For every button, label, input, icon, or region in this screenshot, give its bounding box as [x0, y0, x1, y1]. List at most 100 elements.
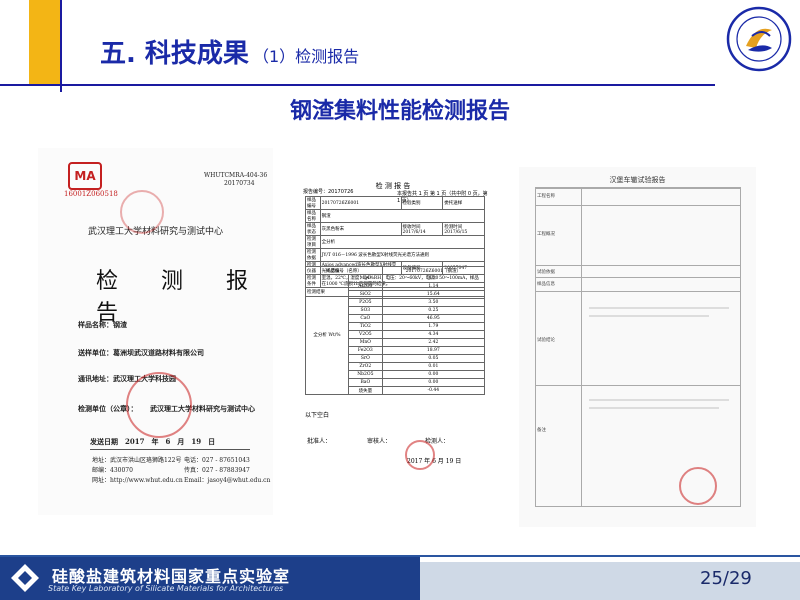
contact-email: Email：jasoy4@whut.edu.cn: [184, 477, 271, 484]
table-cell: 检测时间 2017/6/15: [442, 222, 485, 236]
contact-fax: 传真：027 - 87883947: [184, 467, 250, 474]
lab-name-en: State Key Laboratory of Silicate Materia…: [48, 584, 284, 593]
header-accent-block: [29, 0, 60, 84]
seal-stamp-top: [120, 190, 164, 234]
approver-label: 批准人：: [307, 438, 332, 445]
table-cell: 样品编号: [305, 196, 321, 210]
table-cell: 18.97: [381, 346, 486, 355]
table-header-row: 样品编号（名称） 20170726Z6001（钢渣）: [305, 266, 486, 275]
table-cell: 样品状态: [305, 222, 321, 236]
table-cell: 全分析: [319, 235, 486, 249]
slide-title: 五. 科技成果 （1）检测报告: [100, 33, 359, 70]
table-cell: BaO: [348, 378, 383, 387]
table-cell: 20170726Z6001: [319, 196, 402, 210]
table-cell: 15.64: [381, 290, 486, 299]
table-cell: 钢渣: [319, 209, 486, 223]
contact-address: 地址：武汉市洪山区珞狮路122号: [92, 457, 182, 464]
table-group-cell: 全分析 Wt/%: [305, 274, 349, 395]
table-cell: 0.00: [381, 378, 486, 387]
header-vertical-rule: [60, 0, 62, 92]
ma-certification-mark: MA: [68, 162, 102, 190]
report-ref-code: WHUTCMRA-404-36: [204, 172, 268, 179]
report-cover-image: MA 16001Z060518 WHUTCMRA-404-36 20170734…: [38, 148, 273, 515]
table-row: 样品名称 钢渣: [305, 209, 486, 223]
header-horizontal-rule: [0, 84, 715, 86]
table-cell: 烧失量: [348, 386, 383, 395]
table-cell: MgO: [348, 274, 383, 283]
rutting-seal-stamp: [679, 467, 717, 505]
table-cell: 检测依据: [305, 248, 321, 262]
table-cell: 3.50: [381, 298, 486, 307]
table-cell: TiO2: [348, 322, 383, 331]
slide-title-sub: （1）检测报告: [252, 47, 360, 66]
table-cell: 46.95: [381, 314, 486, 323]
table-cell: 0.25: [381, 306, 486, 315]
university-seal-icon: [726, 6, 792, 72]
reviewer-label: 审核人：: [367, 438, 392, 445]
test-report-image: 检 测 报 告 报告编号：20170726 本报告共 1 页 第 1 页（共中附…: [297, 178, 489, 470]
issue-date: 发送日期 2017 年 6 月 19 日: [90, 437, 216, 446]
report-ref-number: 20170734: [224, 180, 255, 187]
table-cell: 样品名称: [305, 209, 321, 223]
contact-website: 网址：http://www.whut.edu.cn: [92, 477, 183, 484]
table-cell: SrO: [348, 354, 383, 363]
table-cell: 1.79: [381, 322, 486, 331]
table-row: 全分析 Wt/% MgO 4.30: [305, 274, 486, 395]
text-line: [589, 399, 729, 401]
divider: [581, 187, 582, 507]
table-cell: MnO: [348, 338, 383, 347]
table-cell: SO3: [348, 306, 383, 315]
table-cell: Fe2O3: [348, 346, 383, 355]
table-cell: ZrO2: [348, 362, 383, 371]
table-cell: 灰黑色粉末: [319, 222, 402, 236]
table-row: 样品编号 20170726Z6001 检验类别 委托送样: [305, 196, 485, 210]
table-cell: 接收时间 2017/6/14: [400, 222, 444, 236]
slide-title-main: 五. 科技成果: [100, 39, 249, 69]
table-cell: CaO: [348, 314, 383, 323]
table-cell: 0.05: [381, 354, 486, 363]
table-cell: P2O5: [348, 298, 383, 307]
table-cell: 委托送样: [442, 196, 485, 210]
table-cell: SiO2: [348, 290, 383, 299]
rutting-test-report-image: 汉堡车辙试验报告 工程名称 工程概况 试验依据 样品信息 试验结论 备注: [519, 167, 756, 527]
client-unit: 送样单位：葛洲坝武汉道路材料有限公司: [78, 348, 204, 357]
rutting-report-title: 汉堡车辙试验报告: [609, 176, 666, 184]
lab-logo-icon: [11, 564, 39, 592]
footer-rule: [0, 555, 800, 557]
table-cell: 4.34: [381, 330, 486, 339]
table-cell: 0.01: [381, 362, 486, 371]
table-header-cell: 样品编号（名称）: [305, 266, 383, 275]
composition-table: 样品编号（名称） 20170726Z6001（钢渣） 全分析 Wt/% MgO 4.…: [305, 266, 486, 395]
table-cell: -0.44: [381, 386, 486, 395]
table-cell: 检测项目: [305, 235, 321, 249]
table-cell: JY/T 016－1996 波长色散型X射线荧光光谱方法通则: [319, 248, 486, 262]
table-header-cell: 20170726Z6001（钢渣）: [381, 266, 486, 275]
text-line: [589, 407, 719, 409]
cover-big-title: 检 测 报 告: [96, 269, 266, 326]
divider: [90, 449, 250, 450]
table-cell: 检验类别: [400, 196, 444, 210]
table-cell: Nb2O5: [348, 370, 383, 379]
table-row: 检测项目 全分析: [305, 235, 486, 249]
text-line: [589, 307, 729, 309]
blank-note: 以下空白: [305, 412, 330, 419]
official-seal-stamp: [126, 372, 192, 438]
report-seal-stamp: [405, 440, 435, 470]
contact-postcode: 邮编：430070: [92, 467, 133, 474]
text-line: [589, 315, 709, 317]
page-number: 25/29: [700, 568, 752, 589]
table-row: 样品状态 灰黑色粉末 接收时间 2017/6/14 检测时间 2017/6/15: [305, 222, 485, 236]
sample-name: 样品名称：钢渣: [78, 320, 127, 329]
table-cell: 0.00: [381, 370, 486, 379]
table-cell: 4.30: [381, 274, 486, 283]
page-heading: 钢渣集料性能检测报告: [289, 99, 510, 124]
table-cell: 2.42: [381, 338, 486, 347]
table-row: 检测依据 JY/T 016－1996 波长色散型X射线荧光光谱方法通则: [305, 248, 486, 262]
report-number: 报告编号：20170726: [303, 189, 354, 195]
table-cell: Al2O3: [348, 282, 383, 291]
contact-phone: 电话：027 - 87651043: [184, 457, 250, 464]
ma-code: 16001Z060518: [64, 190, 118, 198]
table-cell: 1.14: [381, 282, 486, 291]
table-cell: V2O5: [348, 330, 383, 339]
report-frame: [535, 187, 741, 507]
